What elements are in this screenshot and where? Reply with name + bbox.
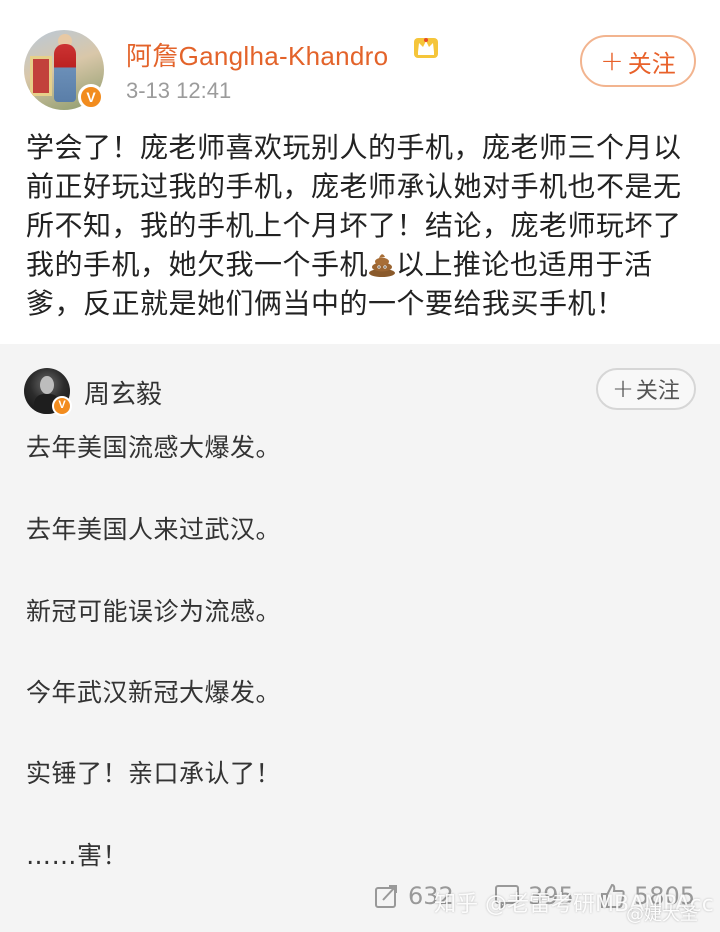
follow-label: 关注 bbox=[627, 49, 676, 78]
retweet-line: 去年美国流感大爆发。 bbox=[26, 433, 282, 462]
retweet-author-name[interactable]: 周玄毅 bbox=[84, 374, 162, 411]
verified-icon: V bbox=[78, 84, 104, 110]
retweet-follow-button[interactable]: + 关注 bbox=[596, 368, 696, 410]
author-name[interactable]: 阿詹Ganglha-Khandro bbox=[126, 36, 388, 73]
plus-icon: + bbox=[600, 44, 624, 77]
retweet-line: 今年武汉新冠大爆发。 bbox=[26, 678, 282, 707]
retweet-line: ……害！ bbox=[26, 841, 129, 870]
plus-icon: + bbox=[612, 374, 634, 404]
retweet-card[interactable]: V 周玄毅 + 关注 去年美国流感大爆发。 去年美国人来过武汉。 新冠可能误诊为… bbox=[0, 344, 720, 932]
avatar-face bbox=[40, 376, 54, 394]
poop-emoji-icon bbox=[369, 254, 396, 277]
avatar-painting bbox=[30, 56, 52, 96]
verified-icon: V bbox=[52, 396, 72, 416]
repost-icon bbox=[375, 885, 397, 908]
follow-button[interactable]: + 关注 bbox=[580, 35, 696, 87]
action-bar: 632 395 5805 知乎 @老雷考研MBAMPAcc @婕大圣 bbox=[0, 872, 720, 925]
post-text: 学会了！庞老师喜欢玩别人的手机，庞老师三个月以前正好玩过我的手机，庞老师承认她对… bbox=[26, 128, 702, 323]
retweet-line: 去年美国人来过武汉。 bbox=[26, 515, 282, 544]
follow-label: 关注 bbox=[635, 379, 680, 404]
crown-icon bbox=[414, 38, 438, 58]
weibo-post: V 阿詹Ganglha-Khandro 3-13 12:41 + 关注 学会了！… bbox=[0, 0, 720, 344]
weibo-watermark: @婕大圣 bbox=[626, 904, 698, 925]
post-time: 3-13 12:41 bbox=[126, 78, 232, 103]
retweet-line: 实锤了！亲口承认了！ bbox=[26, 759, 282, 788]
avatar-figure bbox=[54, 44, 76, 102]
retweet-line: 新冠可能误诊为流感。 bbox=[26, 597, 282, 626]
